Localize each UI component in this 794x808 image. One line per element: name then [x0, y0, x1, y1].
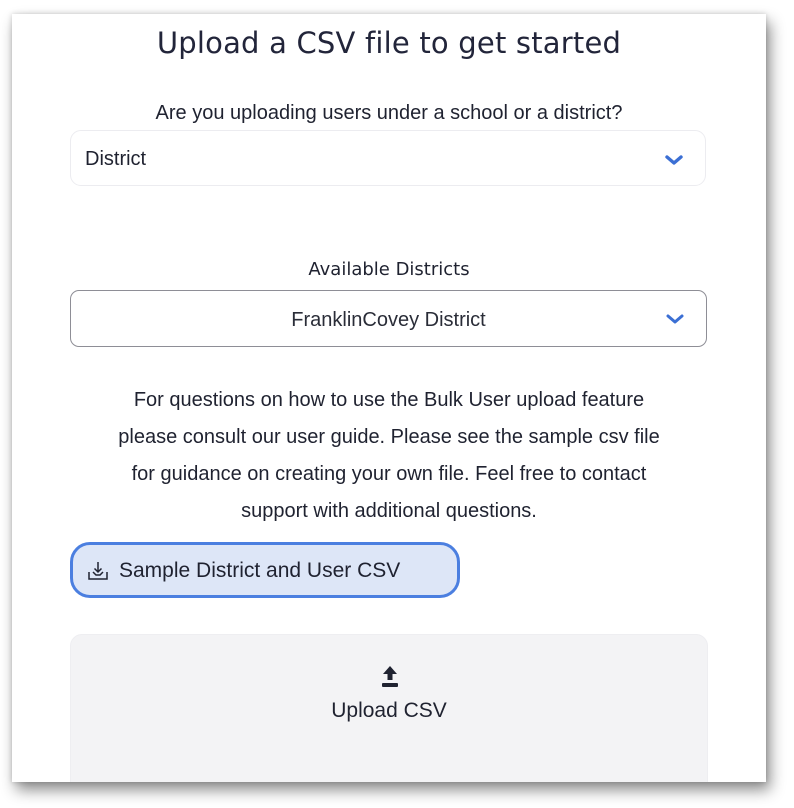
upload-arrow-icon	[382, 666, 398, 687]
help-text-line: support with additional questions.	[241, 500, 537, 522]
page-title: Upload a CSV file to get started	[156, 26, 622, 60]
help-text-line: For questions on how to use the Bulk Use…	[133, 389, 645, 411]
chevron-down-icon	[666, 314, 684, 324]
chevron-down-icon	[665, 155, 683, 165]
districts-label: Available Districts	[308, 259, 470, 280]
upload-card: Upload a CSV file to get started Are you…	[12, 14, 766, 782]
upload-csv-label: Upload CSV	[331, 699, 447, 722]
upload-dropzone[interactable]: Upload CSV	[70, 634, 708, 782]
scope-select-value: District	[85, 148, 147, 170]
download-tray-icon	[88, 562, 108, 580]
help-text-line: please consult our user guide. Please se…	[118, 426, 660, 448]
help-text: For questions on how to use the Bulk Use…	[52, 382, 726, 530]
sample-csv-button-label: Sample District and User CSV	[119, 559, 401, 582]
district-select-value: FranklinCovey District	[291, 309, 486, 331]
sample-csv-button[interactable]: Sample District and User CSV	[70, 542, 460, 598]
scope-select[interactable]: District	[70, 130, 706, 186]
help-text-line: for guidance on creating your own file. …	[131, 463, 647, 485]
district-select[interactable]: FranklinCovey District	[70, 290, 707, 347]
scope-question-label: Are you uploading users under a school o…	[155, 102, 623, 124]
